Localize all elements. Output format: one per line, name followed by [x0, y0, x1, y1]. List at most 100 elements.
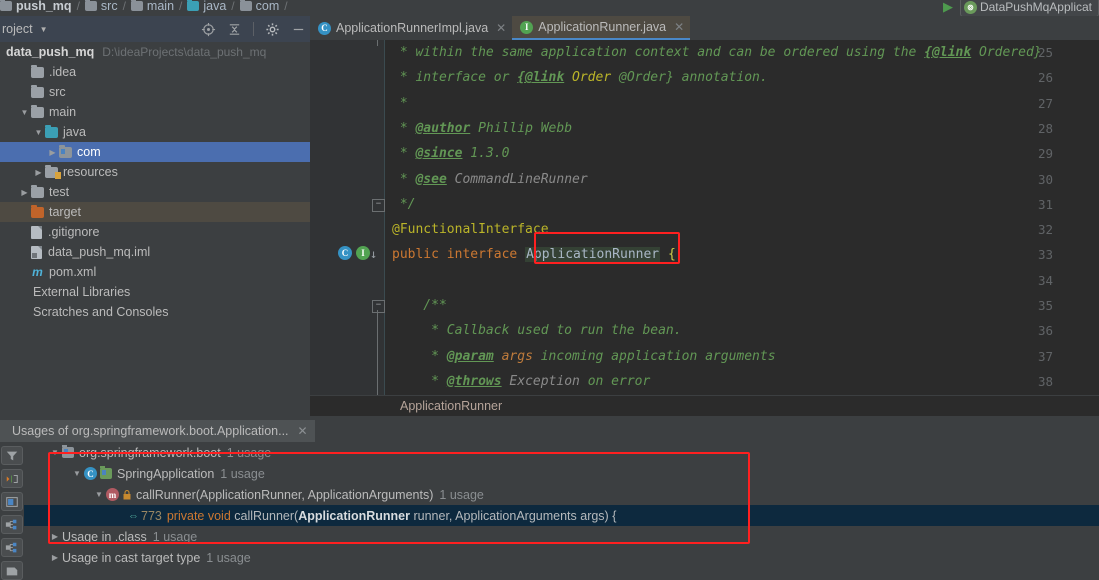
project-tree-item[interactable]: ▶ resources: [0, 162, 310, 182]
gear-icon[interactable]: [265, 22, 280, 37]
spring-boot-icon: ⊚: [963, 0, 977, 14]
breadcrumb-item-1[interactable]: src: [84, 0, 118, 13]
group-by-module-icon[interactable]: [1, 515, 23, 534]
chevron-right-icon[interactable]: ▶: [18, 268, 31, 277]
chevron-down-icon[interactable]: ▼: [18, 108, 31, 117]
breadcrumb-item-2[interactable]: main: [130, 0, 174, 13]
project-tree-item[interactable]: ▼ main: [0, 102, 310, 122]
usage-tree-row[interactable]: ⇔ 773 private void callRunner(ApplicationR…: [24, 505, 1099, 526]
code-token: * interface or: [392, 70, 518, 86]
editor-tab-bar: C ApplicationRunnerImpl.java ✕ I Applica…: [310, 16, 1099, 40]
project-tree-item-label: Scratches and Consoles: [33, 305, 169, 319]
minimize-icon[interactable]: [291, 22, 306, 37]
chevron-down-icon[interactable]: ▼: [40, 25, 48, 34]
code-editor[interactable]: 25 * within the same application context…: [310, 40, 1099, 412]
chevron-right-icon[interactable]: ▶: [48, 553, 62, 562]
expand-collapse-icon[interactable]: [1, 469, 23, 488]
find-usages-tab[interactable]: Usages of org.springframework.boot.Appli…: [0, 420, 315, 442]
editor-gutter[interactable]: [310, 40, 384, 412]
code-line[interactable]: * @see CommandLineRunner: [392, 172, 588, 187]
usage-count-label: 1 usage: [439, 487, 484, 502]
project-tree-item[interactable]: ▶External Libraries: [0, 282, 310, 302]
code-line[interactable]: * Callback used to run the bean.: [392, 323, 681, 338]
preview-icon[interactable]: [1, 492, 23, 511]
settings-icon[interactable]: [1, 561, 23, 580]
editor-breadcrumb-label[interactable]: ApplicationRunner: [400, 399, 502, 413]
project-tree-item[interactable]: ▶ .gitignore: [0, 222, 310, 242]
chevron-down-icon[interactable]: ▼: [92, 490, 106, 499]
chevron-right-icon[interactable]: ▶: [18, 308, 31, 317]
line-number: 27: [1037, 95, 1053, 111]
project-tree-item[interactable]: ▶ test: [0, 182, 310, 202]
usage-tree-row[interactable]: ▼ C SpringApplication 1 usage: [24, 463, 1099, 484]
line-number: 33: [1037, 247, 1053, 263]
project-tree-item[interactable]: ▶m pom.xml: [0, 262, 310, 282]
find-usages-tree[interactable]: ▼ org.springframework.boot 1 usage ▼ C Spring…: [24, 442, 1099, 576]
chevron-down-icon[interactable]: ▼: [70, 469, 84, 478]
code-line[interactable]: */: [392, 197, 416, 212]
run-configuration-selector[interactable]: ⊚ DataPushMqApplicat: [959, 0, 1099, 16]
breadcrumb-item-3[interactable]: java: [187, 0, 226, 13]
editor-tab-application-runner-impl[interactable]: C ApplicationRunnerImpl.java ✕: [310, 16, 512, 40]
code-line[interactable]: * @author Phillip Webb: [392, 121, 572, 136]
usage-tree-row[interactable]: ▼ m callRunner(ApplicationRunner, Applicat…: [24, 484, 1099, 505]
run-icon[interactable]: ▶: [943, 0, 953, 15]
package-icon: [59, 144, 72, 158]
code-line[interactable]: * interface or {@link Order @Order} anno…: [392, 70, 768, 85]
editor-tab-label: ApplicationRunner.java: [538, 20, 667, 34]
close-icon[interactable]: ✕: [298, 424, 308, 438]
locate-icon[interactable]: [201, 22, 216, 37]
breadcrumb-separator: /: [284, 0, 288, 13]
project-path-label: D:\ideaProjects\data_push_mq: [102, 45, 267, 59]
usage-tree-row[interactable]: ▶ Usage in .class 1 usage: [24, 526, 1099, 547]
chevron-right-icon[interactable]: ▶: [18, 188, 31, 197]
project-tree-item[interactable]: ▶ src: [0, 82, 310, 102]
code-line[interactable]: /**: [392, 298, 447, 313]
chevron-right-icon[interactable]: ▶: [18, 228, 31, 237]
project-tree[interactable]: data_push_mq D:\ideaProjects\data_push_mq…: [0, 42, 310, 416]
chevron-right-icon[interactable]: ▶: [18, 88, 31, 97]
fold-marker-collapse[interactable]: −: [372, 300, 385, 313]
project-tree-item[interactable]: ▶Scratches and Consoles: [0, 302, 310, 322]
code-line[interactable]: @FunctionalInterface: [392, 222, 549, 237]
code-line[interactable]: * within the same application context an…: [392, 45, 1042, 60]
fold-region-bar: [377, 40, 378, 46]
chevron-right-icon[interactable]: ▶: [18, 288, 31, 297]
project-tree-item[interactable]: ▶ data_push_mq.iml: [0, 242, 310, 262]
run-configuration-label: DataPushMqApplicat: [979, 0, 1092, 14]
usage-tree-row[interactable]: ▶ Usage in cast target type 1 usage: [24, 547, 1099, 568]
chevron-down-icon[interactable]: ▼: [48, 448, 62, 457]
project-tree-item[interactable]: ▶ target: [0, 202, 310, 222]
code-line[interactable]: * @throws Exception on error: [392, 374, 650, 389]
breadcrumb-label: push_mq: [16, 0, 72, 13]
project-tree-item[interactable]: ▶ .idea: [0, 62, 310, 82]
editor-tab-application-runner[interactable]: I ApplicationRunner.java ✕: [512, 16, 691, 40]
code-line[interactable]: * @since 1.3.0: [392, 146, 510, 161]
code-line[interactable]: * @param args incoming application argum…: [392, 349, 775, 364]
chevron-right-icon[interactable]: ▶: [18, 68, 31, 77]
overriding-arrow-icon[interactable]: ↓: [370, 247, 377, 261]
breadcrumb-item-4[interactable]: com: [239, 0, 279, 13]
chevron-right-icon[interactable]: ▶: [18, 208, 31, 217]
chevron-down-icon[interactable]: ▼: [32, 128, 45, 137]
chevron-right-icon[interactable]: ▶: [18, 248, 31, 257]
breadcrumb-item-0[interactable]: push_mq: [0, 0, 72, 13]
code-token: *: [392, 373, 447, 389]
code-line[interactable]: *: [392, 96, 408, 111]
chevron-right-icon[interactable]: ▶: [32, 168, 45, 177]
fold-marker-collapse[interactable]: −: [372, 198, 385, 212]
group-by-package-icon[interactable]: [1, 538, 23, 557]
filter-icon[interactable]: [1, 446, 23, 465]
project-tool-window-title: roject: [2, 22, 33, 36]
collapse-all-icon[interactable]: [227, 22, 242, 37]
chevron-right-icon[interactable]: ▶: [48, 532, 62, 541]
usage-tree-row[interactable]: ▼ org.springframework.boot 1 usage: [24, 442, 1099, 463]
project-tree-item[interactable]: ▼ java: [0, 122, 310, 142]
project-tree-item[interactable]: data_push_mq D:\ideaProjects\data_push_mq: [0, 42, 310, 62]
project-tool-window: roject ▼ data_push_mq D:\ideaProjects\da…: [0, 16, 310, 416]
close-icon[interactable]: ✕: [674, 20, 684, 34]
chevron-right-icon[interactable]: ▶: [46, 148, 59, 157]
project-tree-item[interactable]: ▶ com: [0, 142, 310, 162]
class-icon: C: [84, 467, 97, 480]
close-icon[interactable]: ✕: [496, 21, 506, 35]
